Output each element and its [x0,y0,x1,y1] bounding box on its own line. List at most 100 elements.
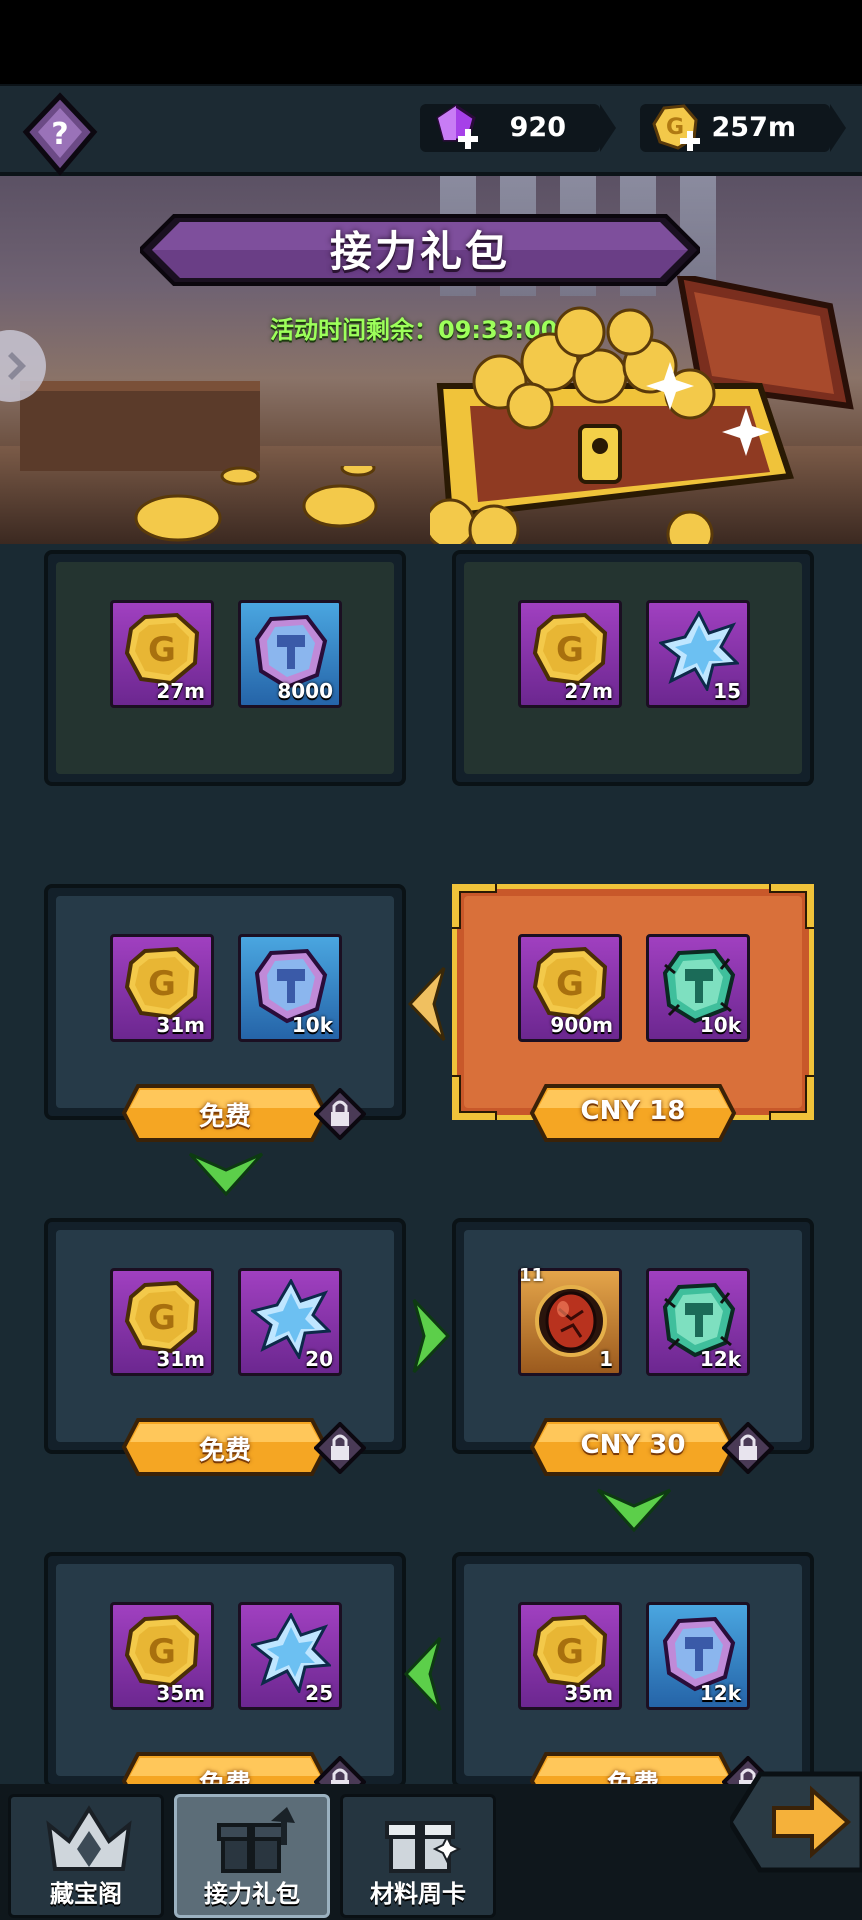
lock-icon [314,1422,366,1474]
tab-material-weekly-card[interactable]: 材料周卡 [340,1794,496,1918]
reward-item-gold-coin[interactable]: G 27m [518,600,622,708]
reward-item-thorn-stone[interactable]: 12k [646,1268,750,1376]
svg-text:G: G [148,630,176,670]
button-label: 免费 [528,1764,738,1784]
arrow-left-icon [407,966,446,1042]
reward-item-crystal[interactable]: 25 [238,1602,342,1710]
item-quantity: 12k [699,1347,741,1371]
gem-plus-icon [436,104,478,149]
purchase-button[interactable]: CNY 30 [528,1416,738,1478]
reward-item-gold-coin[interactable]: G 27m [110,600,214,708]
tab-treasure-pavilion[interactable]: 藏宝阁 [8,1794,164,1918]
reward-item-thorn-stone[interactable]: 10k [646,934,750,1042]
svg-text:G: G [148,1298,176,1338]
lock-icon [722,1422,774,1474]
next-page-button[interactable] [730,1764,862,1880]
gift-relay-icon [217,1807,295,1873]
svg-text:?: ? [51,117,68,152]
claim-free-button[interactable]: 免费 [120,1416,330,1478]
item-quantity: 27m [156,679,205,703]
arrow-down-icon [188,1152,264,1197]
item-quantity: 900m [550,1013,613,1037]
gem-counter[interactable]: 920 [420,104,616,152]
button-label: CNY 30 [580,1430,686,1460]
currency-bar: ? 920 G 257m [0,84,862,176]
scattered-coins [134,466,378,542]
button-label: 免费 [198,1436,251,1466]
reward-item-hammer-stone[interactable]: 10k [238,934,342,1042]
treasure-chest-icon [430,276,854,544]
purchase-button[interactable]: CNY 18 [528,1082,738,1144]
weekly-card-gift-icon [385,1821,462,1873]
help-icon: ? [22,92,98,176]
background-desk [20,381,260,471]
reward-item-crystal[interactable]: 20 [238,1268,342,1376]
item-quantity: 15 [713,679,741,703]
svg-text:G: G [148,1632,176,1672]
arrow-right-icon [412,1298,451,1374]
claim-free-button[interactable]: 免费 [120,1082,330,1144]
item-quantity: 1 [599,1347,613,1371]
gift-card[interactable]: G 27m 15 [452,550,814,786]
gem-amount: 920 [509,112,566,143]
banner-title: 接力礼包 [329,227,510,276]
claim-free-button[interactable]: 免费 [120,1750,330,1784]
status-strip [0,0,862,84]
button-label: CNY 18 [580,1096,686,1126]
event-banner: 接力礼包 活动时间剩余：09:33:00 [0,176,862,544]
reward-item-gold-coin[interactable]: G 31m [110,1268,214,1376]
gift-card[interactable]: G 31m 10k 免费 [44,884,406,1142]
arrow-left-icon [403,1636,442,1712]
help-button[interactable]: ? [22,92,98,176]
item-quantity: 31m [156,1013,205,1037]
item-quantity: 35m [564,1681,613,1705]
svg-text:G: G [556,964,584,1004]
item-quantity: 31m [156,1347,205,1371]
card-frame [44,550,406,786]
button-label: 免费 [120,1764,330,1784]
tab-label: 藏宝阁 [50,1880,122,1908]
banner-side-tab[interactable] [0,326,50,406]
gift-card[interactable]: G 35m 12k 免费 [452,1552,814,1784]
reward-item-crystal[interactable]: 15 [646,600,750,708]
claim-free-button[interactable]: 免费 [528,1750,738,1784]
lock-icon [314,1088,366,1140]
button-label: 免费 [198,1102,251,1132]
item-level: 11 [519,1265,545,1286]
crown-emblem-icon [46,1805,132,1871]
item-quantity: 20 [305,1347,333,1371]
timer-label: 活动时间剩余： [270,316,438,344]
reward-item-gold-coin[interactable]: G 35m [518,1602,622,1710]
item-quantity: 10k [291,1013,333,1037]
item-quantity: 25 [305,1681,333,1705]
svg-text:G: G [556,630,584,670]
reward-item-gold-coin[interactable]: G 31m [110,934,214,1042]
item-quantity: 27m [564,679,613,703]
arrow-down-icon [596,1488,672,1533]
tab-relay-gift[interactable]: 接力礼包 [174,1794,330,1918]
gold-plus-icon: G [652,104,700,151]
lock-icon [314,1756,366,1784]
gift-card[interactable]: G 27m 8000 [44,550,406,786]
reward-item-hammer-stone[interactable]: 8000 [238,600,342,708]
reward-item-gold-coin[interactable]: G 35m [110,1602,214,1710]
gift-card[interactable]: G 31m 20 免费 [44,1218,406,1476]
gold-amount: 257m [711,112,797,143]
gift-card[interactable]: G 35m 25 免费 [44,1552,406,1784]
card-frame [452,550,814,786]
item-quantity: 10k [699,1013,741,1037]
item-quantity: 35m [156,1681,205,1705]
gift-card-highlighted[interactable]: G 900m 10k CNY 18 [452,884,814,1142]
reward-item-hammer-stone[interactable]: 12k [646,1602,750,1710]
gift-card[interactable]: 11 1 12k CNY 30 [452,1218,814,1476]
svg-text:G: G [148,964,176,1004]
svg-text:G: G [556,1632,584,1672]
tab-label: 接力礼包 [204,1880,300,1908]
gold-counter[interactable]: G 257m [640,104,846,152]
svg-text:G: G [666,115,684,140]
item-quantity: 8000 [277,679,333,703]
reward-item-dragon-egg[interactable]: 11 1 [518,1265,622,1376]
relay-gift-panel: G 27m 8000 G 27m 15 G 31m 10k 免费 G 900m 10k CNY 18 G 31… [0,544,862,1784]
reward-item-gold-coin[interactable]: G 900m [518,934,622,1042]
tab-label: 材料周卡 [370,1880,466,1908]
